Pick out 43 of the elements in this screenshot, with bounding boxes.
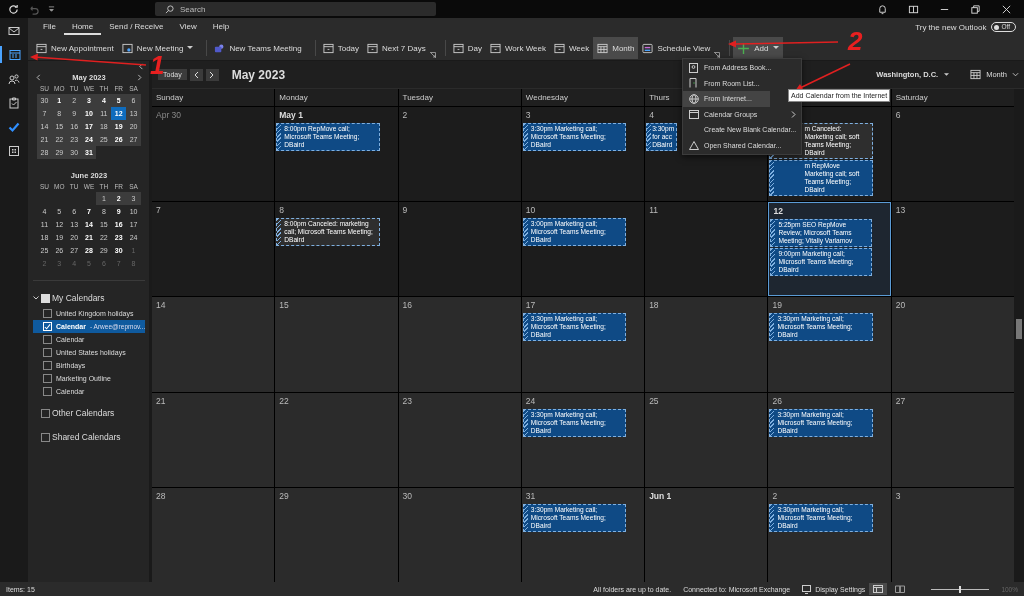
- weekday-header: Monday: [279, 93, 308, 102]
- day-number: 14: [155, 299, 167, 313]
- new-outlook-label: Try the new Outlook: [915, 22, 987, 32]
- day-number: 18: [648, 299, 660, 313]
- day-number: 15: [278, 299, 290, 313]
- day-number: Apr 30: [155, 109, 183, 122]
- day-number: 26: [771, 394, 783, 408]
- day-number: 3: [524, 109, 532, 122]
- day-number: May 1: [278, 109, 304, 122]
- day-number: 9: [401, 204, 409, 218]
- day-number: 17: [524, 299, 537, 313]
- day-number: 16: [401, 299, 414, 313]
- day-number: 22: [278, 394, 290, 408]
- weekday-header: Saturday: [895, 93, 928, 102]
- day-number: 10: [524, 204, 537, 218]
- day-number: 12: [772, 205, 784, 219]
- day-number: 3: [894, 489, 902, 503]
- day-number: 29: [278, 489, 290, 503]
- day-number: 24: [524, 394, 537, 408]
- day-number: 2: [401, 109, 409, 122]
- weekday-header: Sunday: [156, 93, 184, 102]
- annotation-number: 2: [848, 28, 863, 54]
- day-number: 19: [771, 299, 783, 313]
- day-number: Jun 1: [648, 489, 673, 503]
- day-number: 11: [648, 204, 659, 218]
- day-number: 6: [894, 109, 902, 122]
- day-number: 7: [155, 204, 162, 218]
- day-number: 20: [894, 299, 907, 313]
- calendar-title: May 2023: [231, 67, 286, 82]
- day-number: 2: [771, 489, 779, 503]
- day-number: 30: [401, 489, 414, 503]
- day-number: 4: [648, 109, 655, 122]
- day-number: 28: [155, 489, 167, 503]
- weekday-header: Wednesday: [525, 93, 568, 102]
- day-number: 23: [401, 394, 414, 408]
- day-number: 21: [155, 394, 167, 408]
- day-number: 27: [894, 394, 907, 408]
- day-number: 25: [648, 394, 660, 408]
- weekday-header: Tuesday: [402, 93, 433, 102]
- weekday-header: Thurs: [649, 93, 670, 102]
- day-number: 13: [894, 204, 907, 218]
- day-number: 8: [278, 204, 285, 218]
- day-number: 31: [524, 489, 537, 503]
